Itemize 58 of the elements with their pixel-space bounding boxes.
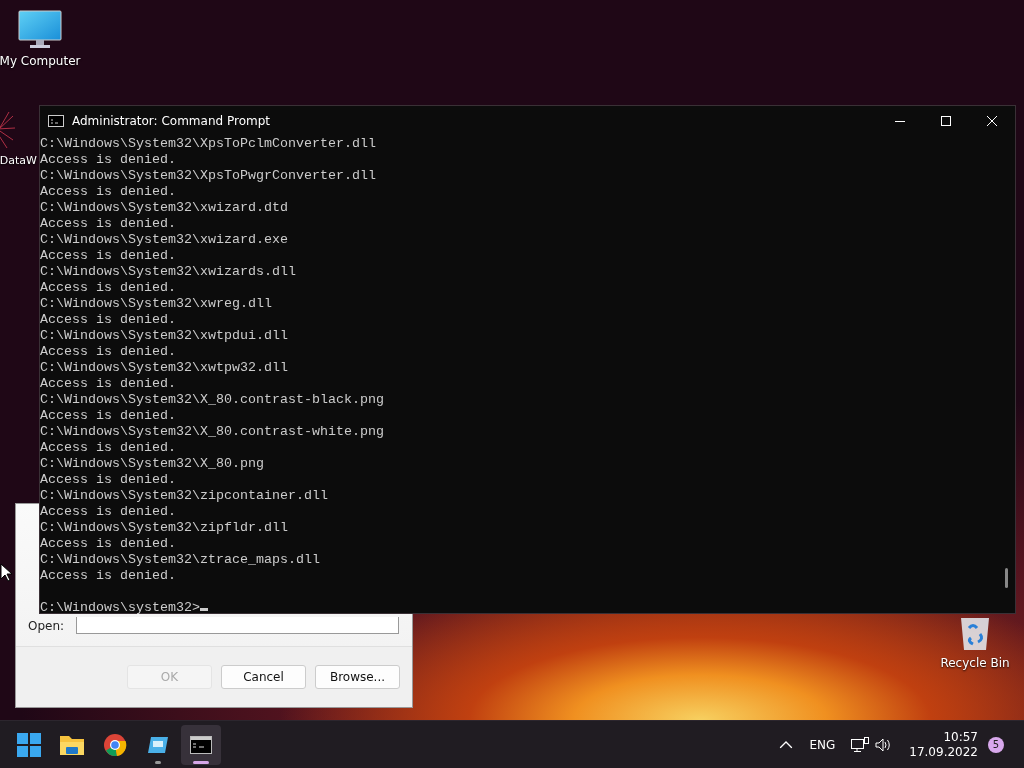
console-line: C:\Windows\System32\zipcontainer.dll (40, 488, 328, 504)
text-cursor (199, 608, 208, 611)
console-line: Access is denied. (40, 216, 176, 232)
console-line: Access is denied. (40, 312, 176, 328)
open-label: Open: (28, 618, 65, 633)
chevron-up-icon[interactable] (779, 740, 794, 749)
console-line: C:\Windows\System32\XpsToPclmConverter.dll (40, 136, 376, 152)
console-line: Access is denied. (40, 152, 176, 168)
cancel-button[interactable]: Cancel (221, 665, 306, 689)
network-icon[interactable] (851, 736, 870, 753)
console-line: Access is denied. (40, 376, 176, 392)
open-field[interactable] (76, 617, 399, 634)
language-indicator[interactable]: ENG (809, 737, 836, 752)
console-line: C:\Windows\System32\xwizards.dll (40, 264, 296, 280)
maximize-icon (941, 116, 951, 126)
console-line: C:\Windows\System32\X_80.contrast-white.png (40, 424, 384, 440)
recycle-bin-icon[interactable] (958, 616, 992, 652)
console-line: Access is denied. (40, 504, 176, 520)
grid-logo-icon (17, 732, 41, 757)
scrollbar-thumb[interactable] (1005, 568, 1008, 588)
console-line: C:\Windows\System32\zipfldr.dll (40, 520, 288, 536)
monitor-icon[interactable] (18, 10, 62, 50)
browser-icon (103, 732, 127, 757)
console-line: C:\Windows\System32\ztrace_maps.dll (40, 552, 320, 568)
close-icon (987, 116, 997, 126)
console-line: Access is denied. (40, 248, 176, 264)
console-line: Access is denied. (40, 184, 176, 200)
console-line: Access is denied. (40, 408, 176, 424)
console-line: C:\Windows\System32\X_80.png (40, 456, 264, 472)
console-line: Access is denied. (40, 280, 176, 296)
console-line: C:\Windows\System32\xwreg.dll (40, 296, 272, 312)
desktop-icon-label[interactable]: Recycle Bin (940, 656, 1010, 670)
clock-date[interactable]: 17.09.2022 (909, 744, 978, 760)
console-line: C:\Windows\System32\X_80.contrast-black.png (40, 392, 384, 408)
clock-time[interactable]: 10:57 (943, 729, 978, 745)
console-line: Access is denied. (40, 568, 176, 584)
notification-badge[interactable]: 5 (988, 736, 1004, 753)
command-prompt: C:\Windows\system32> (40, 600, 200, 616)
console-line: C:\Windows\System32\xwizard.exe (40, 232, 288, 248)
console-line: Access is denied. (40, 472, 176, 488)
console-line: Access is denied. (40, 536, 176, 552)
minimize-icon (895, 120, 905, 122)
console-line: C:\Windows\System32\xwtpw32.dll (40, 360, 288, 376)
mouse-pointer-icon (0, 563, 12, 582)
terminal-icon (190, 735, 212, 754)
folder-icon (59, 733, 85, 756)
tablet-icon (147, 735, 169, 754)
window-title: Administrator: Command Prompt (72, 114, 271, 128)
console-line: C:\Windows\System32\xwizard.dtd (40, 200, 288, 216)
taskbar-app-button[interactable] (181, 724, 221, 765)
console-line: C:\Windows\System32\XpsToPwgrConverter.dll (40, 168, 376, 184)
console-icon (48, 115, 64, 127)
browse-button[interactable]: Browse... (315, 665, 400, 689)
desktop-icon-label[interactable]: DataW (0, 154, 37, 167)
desktop-icon-label[interactable]: My Computer (0, 54, 81, 68)
console-line: Access is denied. (40, 344, 176, 360)
console-line: Access is denied. (40, 440, 176, 456)
console-line: C:\Windows\System32\xwtpdui.dll (40, 328, 288, 344)
